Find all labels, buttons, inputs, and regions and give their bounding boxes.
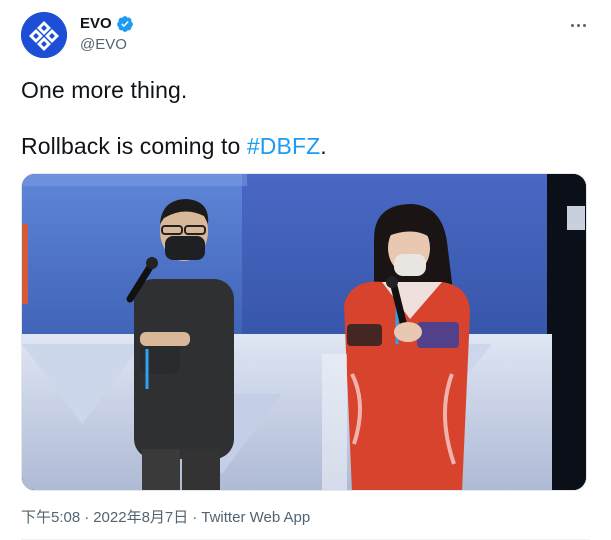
tweet-date[interactable]: 2022年8月7日 [93, 508, 188, 528]
tweet-text: One more thing. Rollback is coming to #D… [21, 76, 327, 160]
verified-badge-icon [116, 15, 134, 33]
tweet-time[interactable]: 下午5:08 [21, 508, 80, 528]
tweet-source[interactable]: Twitter Web App [201, 508, 310, 528]
tweet-line-2: Rollback is coming to #DBFZ. [21, 132, 327, 160]
photo-icon [22, 174, 586, 490]
tweet: EVO @EVO One more thing. Rollback is com… [0, 0, 611, 540]
tweet-meta: 下午5:08 · 2022年8月7日 · Twitter Web App [21, 508, 310, 528]
meta-separator: · [84, 509, 90, 526]
tweet-photo[interactable] [21, 173, 587, 491]
evo-logo-icon [21, 12, 67, 58]
tweet-line-2-end: . [320, 133, 327, 159]
dot-icon [582, 23, 586, 27]
author-handle[interactable]: @EVO [80, 35, 127, 55]
meta-separator: · [192, 509, 198, 526]
tweet-line-1: One more thing. [21, 77, 188, 103]
more-options-button[interactable] [567, 15, 589, 35]
author-name-row[interactable]: EVO [80, 14, 134, 34]
dot-icon [576, 23, 580, 27]
tweet-line-2-text: Rollback is coming to [21, 133, 247, 159]
display-name[interactable]: EVO [80, 14, 112, 34]
avatar[interactable] [21, 12, 67, 58]
hashtag-link[interactable]: #DBFZ [247, 133, 320, 159]
dot-icon [570, 23, 574, 27]
